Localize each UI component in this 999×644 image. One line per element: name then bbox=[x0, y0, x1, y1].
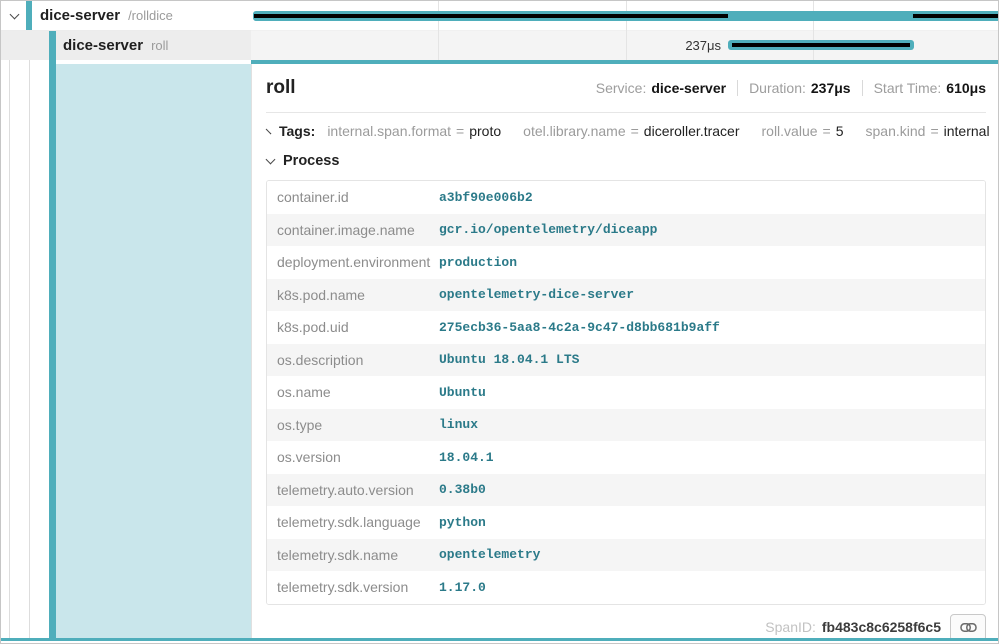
process-label: Process bbox=[283, 153, 339, 169]
span-duration-label: 237μs bbox=[601, 38, 721, 53]
kv-key: os.name bbox=[267, 384, 439, 400]
spanid-value: fb483c8c6258f6c5 bbox=[822, 619, 941, 635]
span-meta: Service: dice-server Duration: 237μs Sta… bbox=[596, 80, 986, 96]
span-row-roll[interactable]: dice-server roll bbox=[1, 31, 251, 60]
timeline-gridline bbox=[438, 1, 439, 60]
span-operation-name: roll bbox=[151, 38, 168, 53]
process-section-toggle[interactable]: Process bbox=[266, 149, 986, 173]
service-label: Service: bbox=[596, 80, 647, 96]
kv-value: gcr.io/opentelemetry/diceapp bbox=[439, 222, 657, 237]
kv-key: telemetry.sdk.name bbox=[267, 547, 439, 563]
span-service-name: dice-server bbox=[63, 37, 143, 54]
kv-key: deployment.environment bbox=[267, 254, 439, 270]
kv-key: os.description bbox=[267, 352, 439, 368]
kv-key: os.type bbox=[267, 417, 439, 433]
jaeger-trace-detail-view: dice-server /rolldice dice-server roll 2… bbox=[0, 0, 999, 644]
meta-divider bbox=[862, 80, 863, 96]
chevron-down-icon[interactable] bbox=[266, 155, 276, 165]
span-detail-panel: roll Service: dice-server Duration: 237μ… bbox=[251, 64, 999, 638]
table-row: container.image.name gcr.io/opentelemetr… bbox=[267, 214, 985, 247]
span-title: roll bbox=[266, 77, 296, 99]
critical-path-segment bbox=[254, 14, 728, 18]
kv-key: container.id bbox=[267, 189, 439, 205]
kv-value: 1.17.0 bbox=[439, 580, 486, 595]
tag-equals: = bbox=[456, 123, 464, 139]
process-key-value-table: container.id a3bf90e006b2 container.imag… bbox=[266, 180, 986, 605]
chevron-right-icon[interactable] bbox=[266, 128, 272, 134]
span-detail-footer: SpanID: fb483c8c6258f6c5 bbox=[266, 614, 986, 639]
span-detail-header: roll Service: dice-server Duration: 237μ… bbox=[266, 64, 986, 113]
tag-value: internal bbox=[944, 123, 990, 139]
kv-value: production bbox=[439, 255, 517, 270]
timeline-gridline bbox=[813, 1, 814, 60]
table-row: os.version 18.04.1 bbox=[267, 441, 985, 474]
kv-value: 0.38b0 bbox=[439, 482, 486, 497]
duration-label: Duration: bbox=[749, 80, 806, 96]
indent-guide-line bbox=[29, 31, 30, 638]
span-operation-name: /rolldice bbox=[128, 8, 173, 23]
detail-accent-border-bottom bbox=[1, 638, 999, 641]
kv-key: telemetry.auto.version bbox=[267, 482, 439, 498]
kv-value: Ubuntu bbox=[439, 385, 486, 400]
table-row: telemetry.sdk.name opentelemetry bbox=[267, 539, 985, 572]
tag-equals: = bbox=[823, 123, 831, 139]
kv-value: opentelemetry-dice-server bbox=[439, 287, 634, 302]
table-row: telemetry.sdk.language python bbox=[267, 506, 985, 539]
indent-guide-line bbox=[9, 31, 10, 638]
deep-link-button[interactable] bbox=[950, 614, 986, 639]
duration-value: 237μs bbox=[811, 80, 851, 96]
selected-span-highlight bbox=[56, 64, 251, 638]
table-row: os.description Ubuntu 18.04.1 LTS bbox=[267, 344, 985, 377]
tags-label: Tags: bbox=[279, 123, 315, 139]
table-row: telemetry.sdk.version 1.17.0 bbox=[267, 571, 985, 604]
tag-value: diceroller.tracer bbox=[644, 123, 740, 139]
kv-value: opentelemetry bbox=[439, 547, 540, 562]
kv-key: k8s.pod.uid bbox=[267, 319, 439, 335]
span-service-name: dice-server bbox=[40, 7, 120, 24]
critical-path-segment bbox=[913, 14, 999, 18]
tag-key: span.kind bbox=[866, 123, 926, 139]
kv-value: 275ecb36-5aa8-4c2a-9c47-d8bb681b9aff bbox=[439, 320, 720, 335]
start-time-value: 610μs bbox=[946, 80, 986, 96]
tags-section-toggle[interactable]: Tags: internal.span.format = proto otel.… bbox=[266, 113, 986, 149]
table-row: k8s.pod.name opentelemetry-dice-server bbox=[267, 279, 985, 312]
indent-spacer bbox=[1, 31, 49, 60]
tag-value: proto bbox=[469, 123, 501, 139]
table-row: telemetry.auto.version 0.38b0 bbox=[267, 474, 985, 507]
detail-accent-border-top bbox=[251, 60, 999, 64]
kv-key: k8s.pod.name bbox=[267, 287, 439, 303]
tag-equals: = bbox=[930, 123, 938, 139]
tag-equals: = bbox=[631, 123, 639, 139]
kv-key: telemetry.sdk.language bbox=[267, 514, 439, 530]
spanid-label: SpanID: bbox=[765, 619, 816, 635]
start-time-label: Start Time: bbox=[874, 80, 942, 96]
critical-path-segment bbox=[732, 43, 910, 47]
span-row-rolldice[interactable]: dice-server /rolldice bbox=[1, 1, 251, 31]
kv-key: container.image.name bbox=[267, 222, 439, 238]
kv-value: a3bf90e006b2 bbox=[439, 190, 533, 205]
link-icon bbox=[960, 622, 977, 633]
service-color-bar bbox=[26, 1, 32, 30]
tag-key: internal.span.format bbox=[327, 123, 451, 139]
kv-key: telemetry.sdk.version bbox=[267, 579, 439, 595]
chevron-down-icon[interactable] bbox=[10, 9, 20, 19]
table-row: os.name Ubuntu bbox=[267, 376, 985, 409]
service-value: dice-server bbox=[651, 80, 726, 96]
tag-value: 5 bbox=[836, 123, 844, 139]
table-row: deployment.environment production bbox=[267, 246, 985, 279]
table-row: os.type linux bbox=[267, 409, 985, 442]
kv-value: Ubuntu 18.04.1 LTS bbox=[439, 352, 579, 367]
selected-span-color-bar bbox=[49, 31, 56, 638]
table-row: container.id a3bf90e006b2 bbox=[267, 181, 985, 214]
kv-value: linux bbox=[439, 417, 478, 432]
kv-value: 18.04.1 bbox=[439, 450, 494, 465]
table-row: k8s.pod.uid 275ecb36-5aa8-4c2a-9c47-d8bb… bbox=[267, 311, 985, 344]
meta-divider bbox=[737, 80, 738, 96]
tag-key: roll.value bbox=[762, 123, 818, 139]
kv-value: python bbox=[439, 515, 486, 530]
tag-key: otel.library.name bbox=[523, 123, 625, 139]
kv-key: os.version bbox=[267, 449, 439, 465]
